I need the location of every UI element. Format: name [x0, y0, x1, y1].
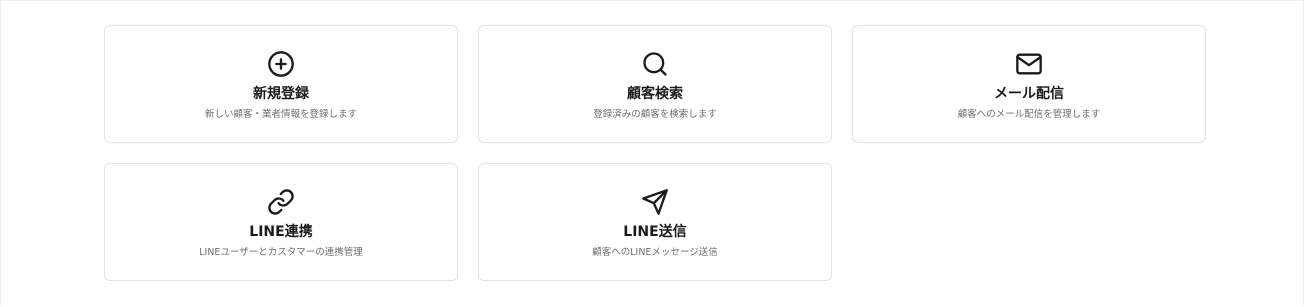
- mail-delivery-card[interactable]: メール配信 顧客へのメール配信を管理します: [852, 25, 1206, 143]
- line-send-card[interactable]: LINE送信 顧客へのLINEメッセージ送信: [478, 163, 832, 281]
- link-icon: [267, 188, 295, 216]
- card-description: 新しい顧客・業者情報を登録します: [204, 109, 357, 120]
- card-description: 顧客へのLINEメッセージ送信: [592, 247, 718, 258]
- customer-search-card[interactable]: 顧客検索 登録済みの顧客を検索します: [478, 25, 832, 143]
- mail-icon: [1015, 50, 1043, 78]
- plus-circle-icon: [267, 50, 295, 78]
- send-icon: [641, 188, 669, 216]
- card-title: LINE連携: [249, 224, 313, 240]
- line-link-card[interactable]: LINE連携 LINEユーザーとカスタマーの連携管理: [104, 163, 458, 281]
- card-title: LINE送信: [623, 224, 687, 240]
- card-title: 顧客検索: [627, 86, 683, 102]
- search-icon: [641, 50, 669, 78]
- card-title: 新規登録: [253, 86, 309, 102]
- card-description: LINEユーザーとカスタマーの連携管理: [199, 247, 363, 258]
- card-description: 顧客へのメール配信を管理します: [957, 109, 1101, 120]
- new-registration-card[interactable]: 新規登録 新しい顧客・業者情報を登録します: [104, 25, 458, 143]
- card-title: メール配信: [994, 86, 1064, 102]
- card-description: 登録済みの顧客を検索します: [593, 109, 717, 120]
